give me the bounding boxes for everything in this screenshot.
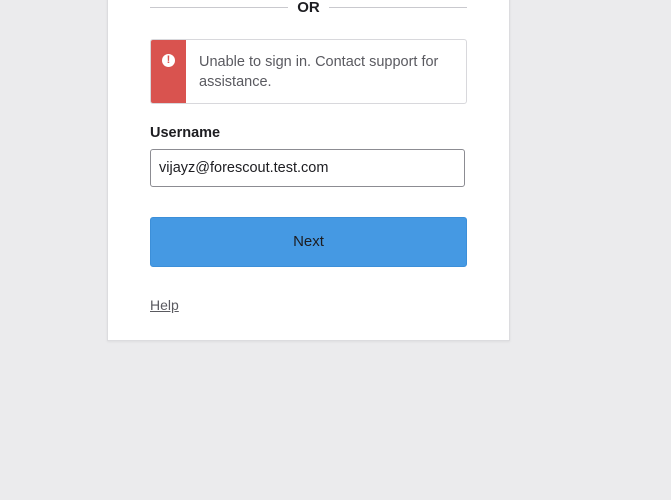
help-link[interactable]: Help — [150, 297, 179, 313]
divider-line-right — [329, 7, 467, 8]
error-alert: ! Unable to sign in. Contact support for… — [150, 39, 467, 104]
divider-line-left — [150, 7, 288, 8]
error-strip: ! — [151, 40, 186, 103]
error-message: Unable to sign in. Contact support for a… — [199, 54, 439, 90]
exclamation-circle-icon: ! — [162, 54, 175, 67]
or-label: OR — [297, 0, 320, 16]
next-button[interactable]: Next — [150, 217, 467, 267]
or-divider: OR — [150, 0, 467, 18]
username-input[interactable] — [150, 149, 465, 187]
sign-in-card: OR ! Unable to sign in. Contact support … — [107, 0, 510, 341]
username-label: Username — [150, 125, 221, 141]
